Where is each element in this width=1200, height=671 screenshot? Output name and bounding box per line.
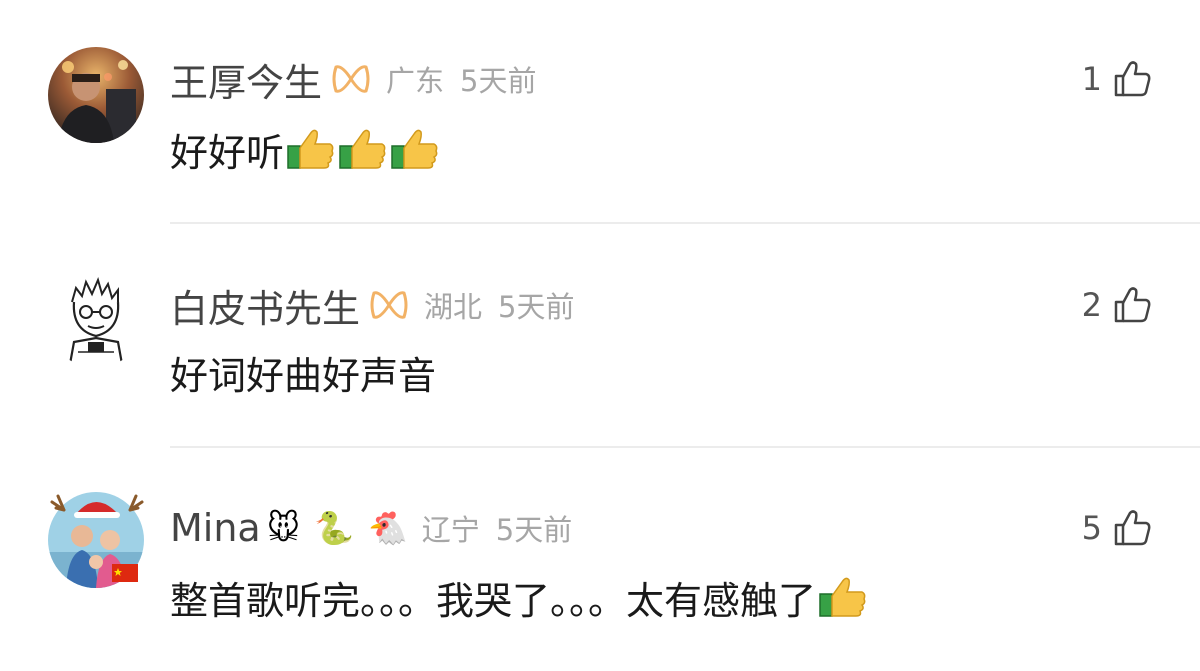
- vip-infinity-icon: [330, 62, 372, 96]
- comment-header: 白皮书先生 湖北 5天前: [170, 278, 575, 333]
- comment-text-row: 好词好曲好声音: [170, 345, 436, 399]
- vip-infinity-icon: [368, 288, 410, 322]
- username[interactable]: 王厚今生: [170, 52, 322, 107]
- avatar[interactable]: [48, 492, 144, 588]
- avatar[interactable]: [48, 272, 144, 368]
- rooster-emoji-icon: 🐔: [367, 509, 408, 547]
- family-photo-avatar-icon: [48, 492, 144, 588]
- like-button[interactable]: 1: [1082, 54, 1152, 104]
- username[interactable]: Mina: [170, 506, 261, 550]
- comment-header: Mina 🐭 🐍 🐔 辽宁 5天前: [170, 503, 572, 553]
- comment-header: 王厚今生 广东 5天前: [170, 52, 537, 107]
- location: 辽宁: [421, 513, 480, 547]
- thumbs-up-emoji-icon: [390, 126, 440, 172]
- username[interactable]: 白皮书先生: [170, 278, 360, 333]
- thumbs-up-icon: [1114, 287, 1151, 323]
- photo-avatar-icon: [48, 47, 144, 143]
- like-button[interactable]: 5: [1082, 503, 1152, 553]
- mouse-emoji-icon: 🐭: [266, 509, 301, 547]
- location: 广东: [386, 64, 445, 98]
- thumbs-up-emoji-icon: [286, 126, 336, 172]
- comment-text-row: 整首歌听完。。。我哭了。。。太有感触了: [170, 570, 868, 624]
- like-button[interactable]: 2: [1082, 280, 1152, 330]
- snake-emoji-icon: 🐍: [314, 509, 354, 547]
- location: 湖北: [424, 290, 483, 324]
- thumbs-up-icon: [1114, 61, 1151, 97]
- divider: [170, 222, 1200, 224]
- divider: [170, 446, 1200, 448]
- comment-text: 整首歌听完。。。我哭了。。。太有感触了: [170, 578, 817, 623]
- avatar[interactable]: [48, 47, 144, 143]
- comment-text: 好好听: [170, 130, 285, 175]
- comment-text-row: 好好听: [170, 122, 440, 176]
- timestamp: 5天前: [460, 64, 537, 98]
- sketch-avatar-icon: [48, 272, 144, 368]
- thumbs-up-emoji-icon: [338, 126, 388, 172]
- like-count: 1: [1081, 60, 1102, 98]
- like-count: 2: [1081, 286, 1102, 324]
- thumbs-up-emoji-icon: [818, 574, 868, 620]
- like-count: 5: [1081, 509, 1102, 547]
- thumbs-up-icon: [1114, 510, 1151, 546]
- comment-text: 好词好曲好声音: [170, 353, 437, 398]
- timestamp: 5天前: [495, 513, 573, 547]
- timestamp: 5天前: [498, 290, 575, 324]
